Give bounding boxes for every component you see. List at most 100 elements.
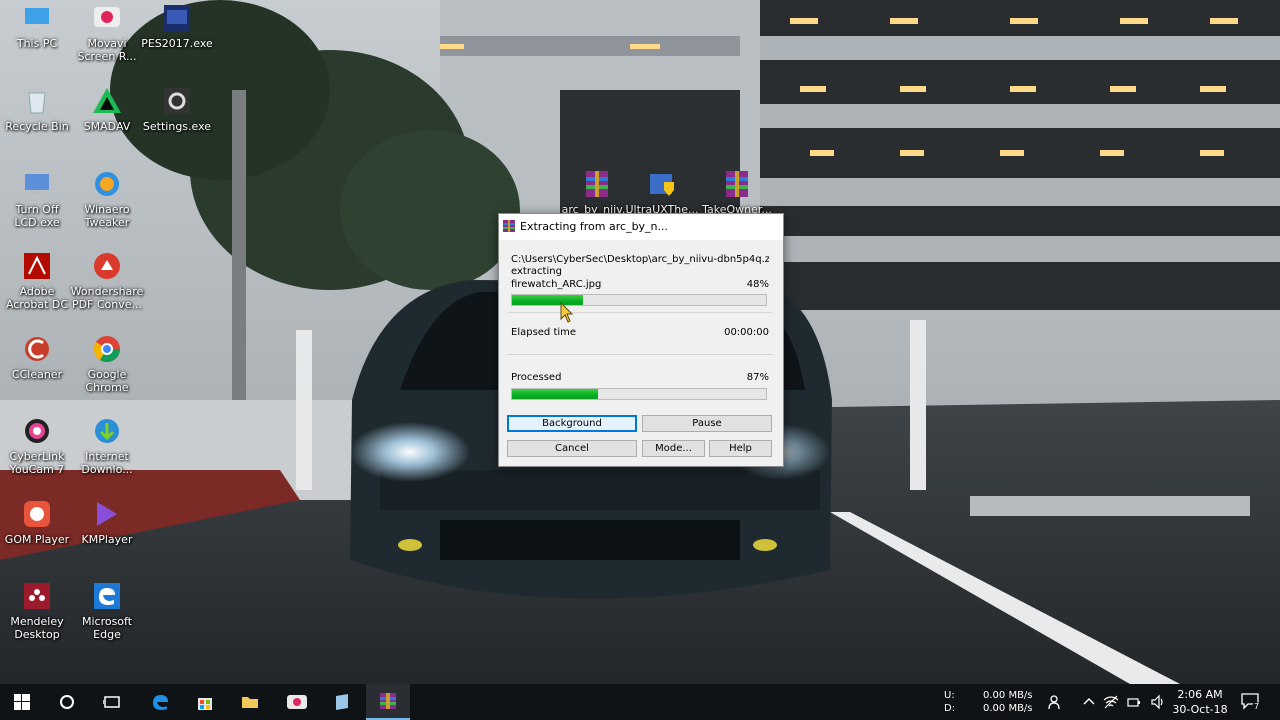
desktop-icon-smadav[interactable]: SMADAV xyxy=(70,85,144,133)
desktop-icon-adobe-acrobat[interactable]: Adobe Acrobat DC xyxy=(0,250,74,311)
pause-button[interactable]: Pause xyxy=(642,415,772,432)
taskbar: U: D: 0.00 MB/s 0.00 MB/s 2:06 AM 30-Oct… xyxy=(0,684,1280,720)
edge-browser-icon xyxy=(153,695,168,710)
processed-percent: 87% xyxy=(746,372,769,383)
desktop-icon-this-pc[interactable]: This PC xyxy=(0,2,74,50)
taskbar-file-explorer[interactable] xyxy=(228,684,272,720)
desktop-icon-label: Settings.exe xyxy=(142,120,212,133)
processed-label: Processed xyxy=(511,372,562,383)
desktop-icon-microsoft-edge[interactable]: Microsoft Edge xyxy=(70,580,144,641)
windows-logo-icon xyxy=(14,694,30,710)
processed-row: Processed 87% xyxy=(511,372,769,385)
kmplayer-icon xyxy=(97,502,117,526)
action-center-button[interactable]: 7 xyxy=(1238,690,1264,714)
desktop-icon-label: Winaero Tweaker xyxy=(84,203,130,229)
takeowner-icon xyxy=(726,171,748,197)
cancel-button[interactable]: Cancel xyxy=(507,440,637,457)
desktop-icon-label: KMPlayer xyxy=(81,533,133,546)
chevron-up-icon[interactable] xyxy=(1083,696,1095,706)
volume-icon[interactable] xyxy=(1150,694,1166,710)
this-pc-icon xyxy=(25,8,49,28)
desktop-icon-wondershare-pdf[interactable]: Wondershare PDF Conve... xyxy=(70,250,144,311)
desktop-icon-turn-off-lcd[interactable]: Turn Off LCD.exe xyxy=(0,168,74,229)
taskbar-edge[interactable] xyxy=(138,684,182,720)
extraction-action: extracting xyxy=(511,266,562,277)
current-file-name: firewatch_ARC.jpg xyxy=(511,279,602,290)
winrar-icon xyxy=(503,220,515,232)
desktop-icon-label: Movavi Screen R... xyxy=(77,37,137,63)
desktop-icon-google-chrome[interactable]: Google Chrome xyxy=(70,333,144,394)
cortana-circle-icon xyxy=(60,695,74,709)
elapsed-time-value: 00:00:00 xyxy=(724,327,769,338)
background-button[interactable]: Background xyxy=(507,415,637,432)
desktop-icon-label: CyberLink YouCam 7 xyxy=(9,450,65,476)
store-bag-icon xyxy=(198,698,212,710)
start-button[interactable] xyxy=(0,684,44,720)
desktop-icon-internet-download-manager[interactable]: Internet Downlo... xyxy=(70,415,144,476)
people-icon[interactable] xyxy=(1048,694,1064,710)
desktop-icon-arc-zip-file[interactable]: arc_by_niiv... xyxy=(560,168,634,216)
microsoft-edge-icon xyxy=(94,583,120,609)
net-up-label: U: xyxy=(944,690,955,701)
desktop-icon-winaero-tweaker[interactable]: Winaero Tweaker xyxy=(70,168,144,229)
power-icon[interactable] xyxy=(1126,694,1142,710)
ccleaner-icon xyxy=(25,337,49,361)
help-button[interactable]: Help xyxy=(709,440,772,457)
file-percent: 48% xyxy=(746,279,769,290)
mendeley-desktop-icon xyxy=(24,583,50,609)
elapsed-time-group: Elapsed time 00:00:00 xyxy=(507,320,773,355)
processed-progress-fill xyxy=(512,389,599,399)
clock-time[interactable]: 2:06 AM xyxy=(1172,688,1228,701)
desktop-icon-gom-player[interactable]: GOM Player xyxy=(0,498,74,546)
desktop-icon-ultrauxtheme-patcher[interactable]: UltraUXThe... xyxy=(625,168,699,216)
internet-download-manager-icon xyxy=(95,419,119,443)
desktop-icon-label: CCleaner xyxy=(11,368,63,381)
taskbar-movavi[interactable] xyxy=(275,684,319,720)
desktop-icon-pes2017[interactable]: PES2017.exe xyxy=(140,2,214,50)
search-button[interactable] xyxy=(45,684,89,720)
desktop-icon-ccleaner[interactable]: CCleaner xyxy=(0,333,74,381)
taskbar-store[interactable] xyxy=(183,684,227,720)
desktop-icon-mendeley-desktop[interactable]: Mendeley Desktop xyxy=(0,580,74,641)
task-view-button[interactable] xyxy=(90,684,134,720)
settings-exe-icon xyxy=(164,88,190,114)
arc-zip-file-icon xyxy=(586,171,608,197)
winaero-tweaker-icon xyxy=(95,172,119,196)
dialog-title: Extracting from arc_by_n... xyxy=(520,220,669,233)
elapsed-time-row: Elapsed time 00:00:00 xyxy=(511,327,769,340)
folder-icon xyxy=(242,697,258,708)
taskbar-notepad[interactable] xyxy=(320,684,364,720)
winrar-taskbar-icon xyxy=(380,693,396,709)
current-file-row: firewatch_ARC.jpg 48% xyxy=(511,279,769,292)
desktop-icon-kmplayer[interactable]: KMPlayer xyxy=(70,498,144,546)
desktop-icon-takeowner[interactable]: TakeOwner... xyxy=(700,168,774,216)
desktop-icon-cyberlink-youcam[interactable]: CyberLink YouCam 7 xyxy=(0,415,74,476)
desktop-icon-label: Internet Downlo... xyxy=(81,450,133,476)
desktop-icon-label: This PC xyxy=(16,37,58,50)
desktop-icon-label: Wondershare PDF Conve... xyxy=(70,285,144,311)
desktop-icon-label: Mendeley Desktop xyxy=(10,615,64,641)
net-down-value: 0.00 MB/s xyxy=(983,703,1033,714)
taskbar-winrar[interactable] xyxy=(366,684,410,720)
desktop-icon-label: Microsoft Edge xyxy=(81,615,133,641)
ultrauxtheme-patcher-icon xyxy=(650,174,674,196)
task-view-icon xyxy=(103,696,120,708)
desktop-icon-recycle-bin[interactable]: Recycle Bin xyxy=(0,85,74,133)
smadav-icon xyxy=(93,88,121,113)
adobe-acrobat-icon xyxy=(24,253,50,279)
movavi-screen-recorder-icon xyxy=(94,7,120,27)
gom-player-icon xyxy=(24,501,50,527)
network-offline-icon[interactable] xyxy=(1103,694,1119,710)
mode-button[interactable]: Mode... xyxy=(642,440,705,457)
app-blue-icon xyxy=(336,694,348,710)
net-down-label: D: xyxy=(944,703,956,714)
desktop-icon-label: Recycle Bin xyxy=(5,120,69,133)
clock-date[interactable]: 30-Oct-18 xyxy=(1172,703,1228,716)
desktop-icon-movavi-screen-recorder[interactable]: Movavi Screen R... xyxy=(70,2,144,63)
desktop-icon-label: Adobe Acrobat DC xyxy=(5,285,69,311)
dialog-titlebar[interactable]: Extracting from arc_by_n... xyxy=(499,214,783,240)
google-chrome-icon xyxy=(93,336,121,363)
turn-off-lcd-icon xyxy=(25,174,49,194)
mouse-cursor-icon xyxy=(560,302,574,323)
desktop-icon-settings-exe[interactable]: Settings.exe xyxy=(140,85,214,133)
